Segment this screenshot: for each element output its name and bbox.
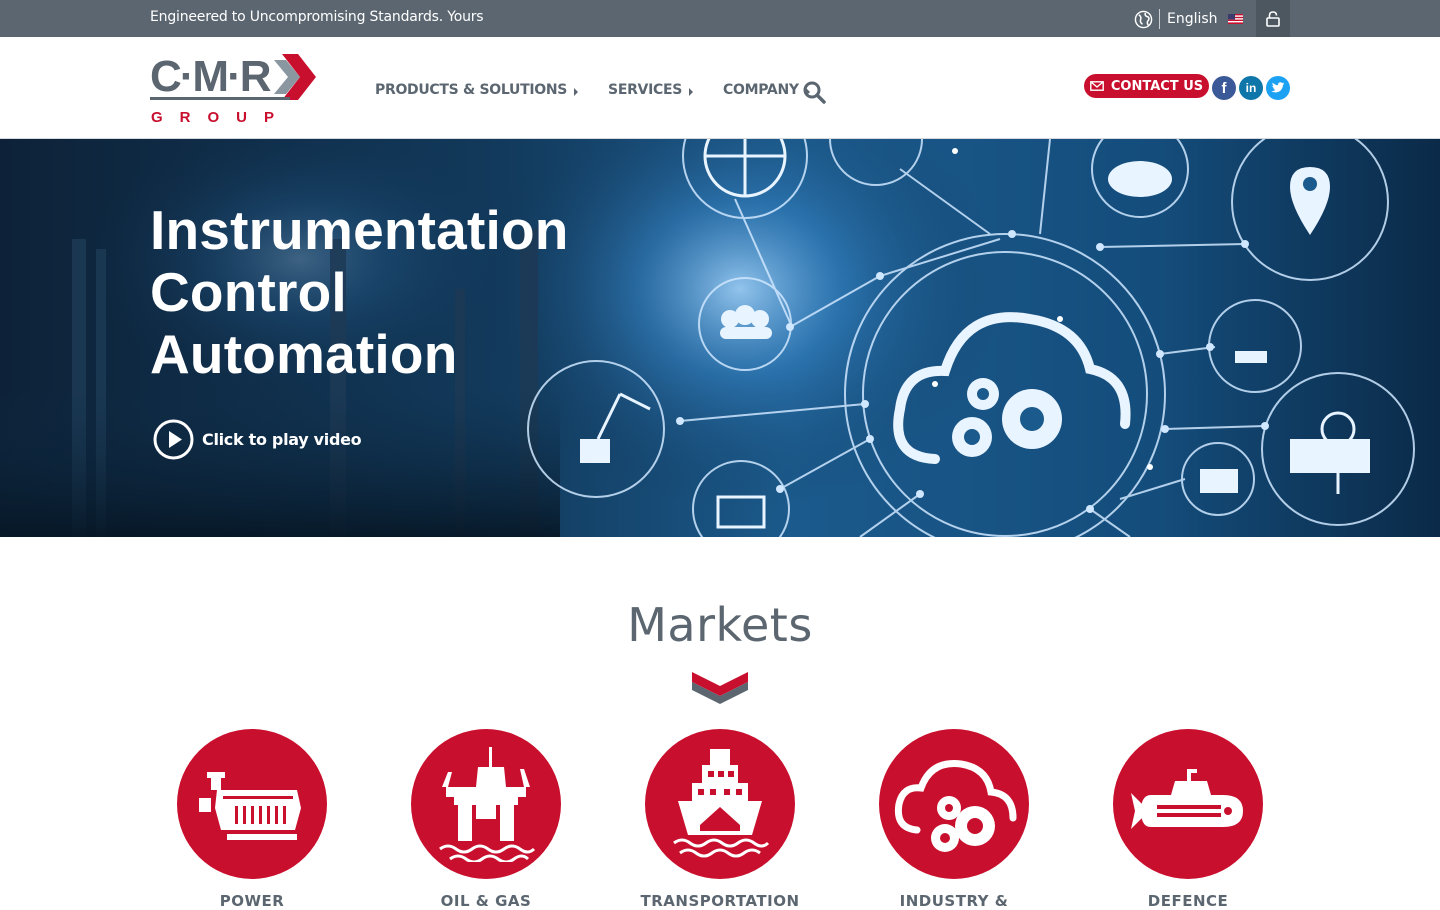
language-divider — [1159, 9, 1160, 29]
globe-icon — [1134, 10, 1153, 28]
facebook-icon[interactable]: f — [1212, 76, 1236, 100]
cloud-gears-icon — [894, 760, 1017, 852]
svg-text:GROUP: GROUP — [151, 109, 291, 125]
market-label-transportation[interactable]: TRANSPORTATION — [610, 892, 830, 910]
svg-text:C·M·R: C·M·R — [150, 52, 271, 101]
top-bar: Engineered to Uncompromising Standards. … — [0, 0, 1440, 37]
caret-right-icon — [689, 87, 694, 96]
nav-company[interactable]: COMPANY — [723, 82, 810, 98]
contact-us-button[interactable]: CONTACT US — [1084, 74, 1209, 98]
market-label-oil-gas[interactable]: OIL & GAS — [376, 892, 596, 910]
tagline: Engineered to Uncompromising Standards. … — [150, 9, 484, 25]
cmr-group-logo[interactable]: C·M·R GROUP — [150, 51, 316, 125]
market-label-power[interactable]: POWER — [142, 892, 362, 910]
hero-line: Control — [150, 261, 347, 323]
chevron-down-icon — [692, 672, 748, 704]
market-transportation[interactable] — [645, 729, 795, 879]
engine-icon — [199, 772, 301, 840]
facebook-glyph: f — [1221, 79, 1227, 97]
twitter-icon[interactable] — [1266, 76, 1290, 100]
market-oil-gas[interactable] — [411, 729, 561, 879]
hero-banner: Instrumentation Control Automation Click… — [0, 139, 1440, 537]
nav-services[interactable]: SERVICES — [608, 82, 694, 98]
linkedin-icon[interactable]: in — [1239, 76, 1263, 100]
submarine-icon — [1130, 769, 1243, 829]
contact-us-label: CONTACT US — [1110, 78, 1204, 94]
language-label: English — [1167, 11, 1218, 27]
market-power[interactable] — [177, 729, 327, 879]
twitter-bird-icon — [1271, 82, 1285, 93]
main-nav: PRODUCTS & SOLUTIONS SERVICES COMPANY — [375, 82, 840, 98]
hero-line: Automation — [150, 323, 458, 385]
market-defence[interactable] — [1113, 729, 1263, 879]
caret-right-icon — [574, 87, 579, 96]
hero-line: Instrumentation — [150, 199, 569, 261]
search-icon[interactable] — [802, 80, 826, 104]
lock-icon — [1266, 10, 1280, 27]
market-industry[interactable] — [879, 729, 1029, 879]
play-icon — [153, 419, 194, 460]
envelope-icon — [1089, 81, 1104, 91]
play-video-button[interactable]: Click to play video — [153, 419, 362, 460]
markets-heading: Markets — [627, 598, 813, 652]
nav-label: PRODUCTS & SOLUTIONS — [375, 82, 568, 98]
site-header: C·M·R GROUP PRODUCTS & SOLUTIONS SERVICE… — [0, 37, 1440, 139]
hero-headline: Instrumentation Control Automation — [150, 199, 569, 385]
nav-label: SERVICES — [608, 82, 683, 98]
play-video-label: Click to play video — [202, 430, 362, 449]
nav-products-solutions[interactable]: PRODUCTS & SOLUTIONS — [375, 82, 579, 98]
ship-icon — [673, 749, 770, 858]
linkedin-glyph: in — [1245, 81, 1257, 95]
market-label-defence[interactable]: DEFENCE — [1078, 892, 1298, 910]
login-button[interactable] — [1256, 0, 1290, 37]
language-selector[interactable]: English — [1134, 8, 1243, 30]
market-label-industry[interactable]: INDUSTRY & — [844, 892, 1064, 910]
us-flag-icon — [1227, 14, 1243, 24]
oil-rig-icon — [439, 746, 536, 862]
nav-label: COMPANY — [723, 82, 799, 98]
